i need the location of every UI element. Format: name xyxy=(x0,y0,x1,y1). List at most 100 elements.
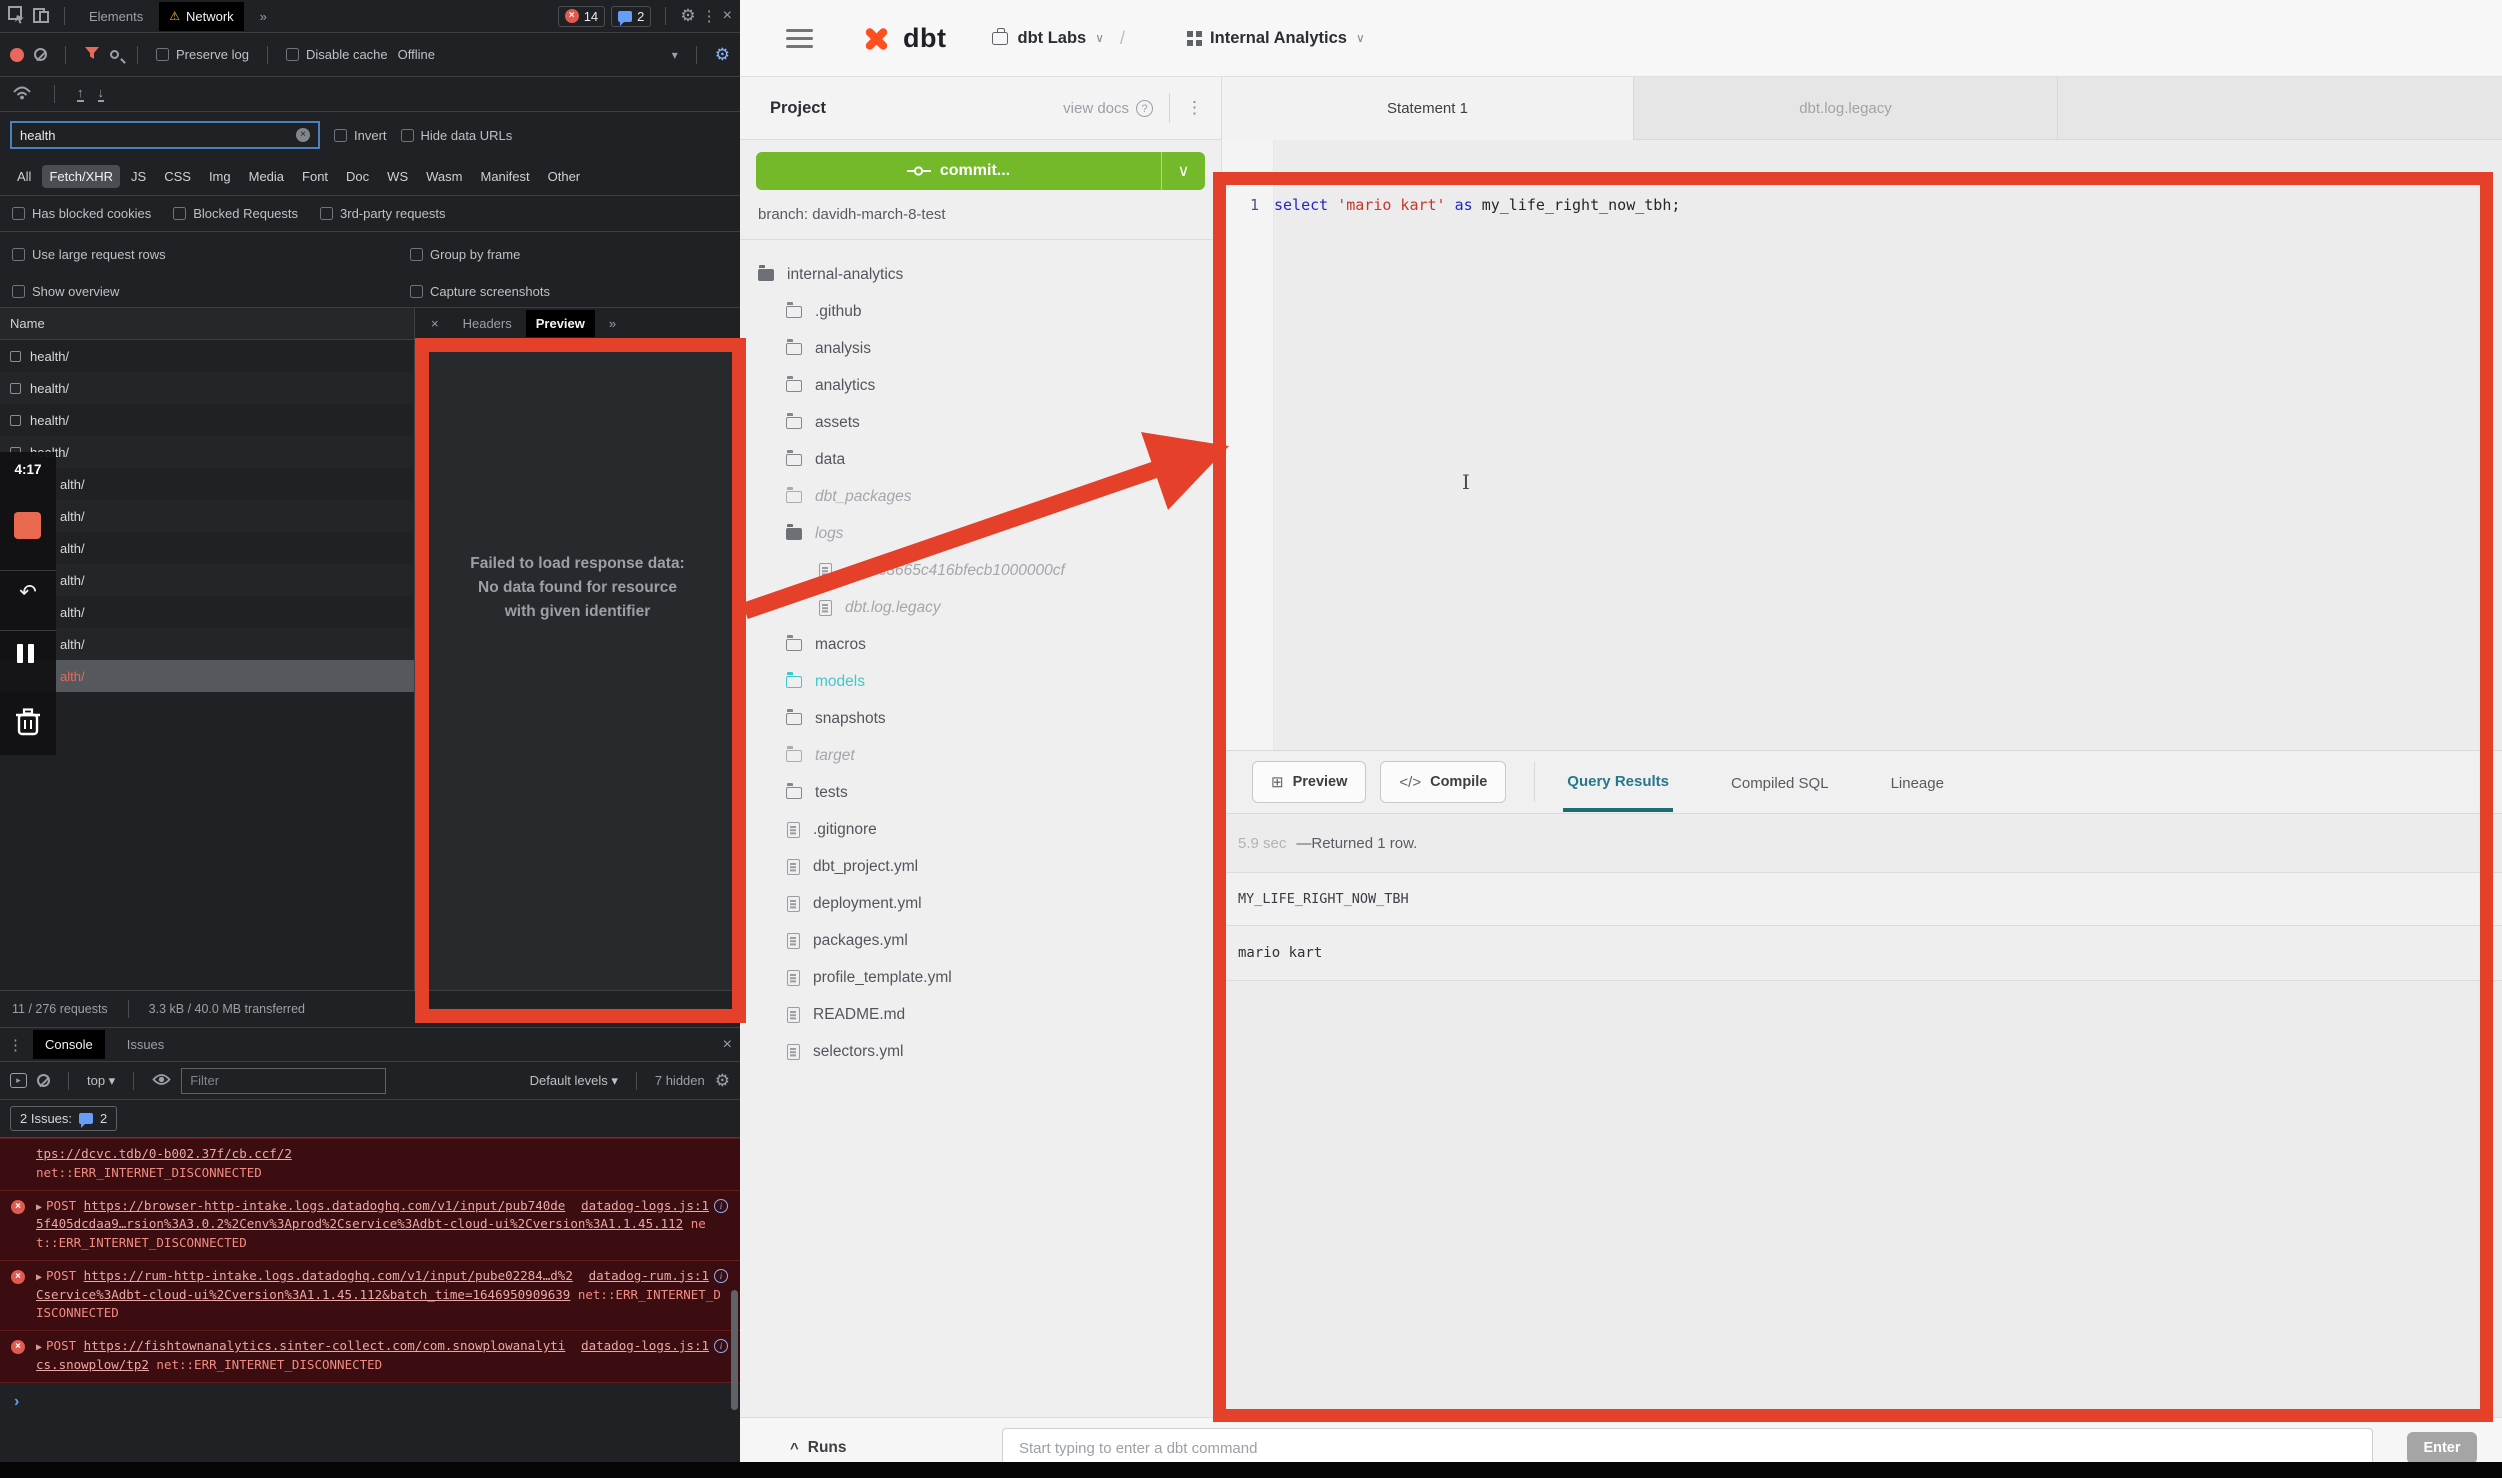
enter-button[interactable]: Enter xyxy=(2407,1432,2477,1464)
console-sidebar-icon[interactable]: ▸ xyxy=(10,1073,27,1088)
tree-folder-internal-analytics[interactable]: internal-analytics xyxy=(740,256,1221,293)
error-count-badge[interactable]: × 14 xyxy=(558,6,605,27)
import-har-icon[interactable]: ↑ xyxy=(77,86,84,102)
account-switcher[interactable]: dbt Labs ∨ xyxy=(992,29,1104,48)
search-network-icon[interactable] xyxy=(110,50,119,59)
request-row[interactable]: alth/ xyxy=(0,564,414,596)
commit-button[interactable]: commit... ∨ xyxy=(756,152,1205,190)
tab-network[interactable]: ⚠ Network xyxy=(159,2,243,31)
settings-gear-icon[interactable]: ⚙ xyxy=(680,6,695,26)
has-blocked-cookies-checkbox[interactable]: Has blocked cookies xyxy=(12,206,151,221)
console-error[interactable]: × datadog-rum.js:1i ▶POST https://rum-ht… xyxy=(0,1261,740,1331)
project-switcher[interactable]: Internal Analytics ∨ xyxy=(1187,29,1365,48)
tree-file-selectors-yml[interactable]: selectors.yml xyxy=(740,1033,1221,1070)
tree-folder-logs[interactable]: logs xyxy=(740,515,1221,552)
filter-pill-wasm[interactable]: Wasm xyxy=(419,165,469,188)
filter-pill-doc[interactable]: Doc xyxy=(339,165,376,188)
request-row[interactable]: health/ xyxy=(0,404,414,436)
export-har-icon[interactable]: ↓ xyxy=(98,86,105,102)
request-row[interactable]: health/ xyxy=(0,372,414,404)
runs-toggle[interactable]: ^ Runs xyxy=(790,1439,847,1457)
tree-folder-snapshots[interactable]: snapshots xyxy=(740,700,1221,737)
preserve-log-checkbox[interactable]: Preserve log xyxy=(156,47,249,62)
console-error-partial[interactable]: tps://dcvc.tdb/0-b002.37f/cb.ccf/2 net::… xyxy=(0,1138,740,1191)
eye-icon[interactable] xyxy=(152,1073,171,1089)
filter-pill-ws[interactable]: WS xyxy=(380,165,415,188)
request-row[interactable]: health/ xyxy=(0,436,414,468)
record-network-icon[interactable] xyxy=(10,48,24,62)
filter-pill-manifest[interactable]: Manifest xyxy=(473,165,536,188)
tab-issues[interactable]: Issues xyxy=(115,1030,177,1059)
close-drawer-icon[interactable]: × xyxy=(723,1036,732,1054)
disable-cache-checkbox[interactable]: Disable cache xyxy=(286,47,388,62)
filter-pill-js[interactable]: JS xyxy=(124,165,153,188)
tree-folder-macros[interactable]: macros xyxy=(740,626,1221,663)
device-toolbar-icon[interactable] xyxy=(32,6,50,27)
clear-network-icon[interactable] xyxy=(34,48,47,61)
hamburger-menu-icon[interactable] xyxy=(786,37,813,40)
request-row[interactable]: alth/ xyxy=(0,532,414,564)
issues-summary[interactable]: 2 Issues: 2 xyxy=(10,1106,117,1131)
hidden-messages-count[interactable]: 7 hidden xyxy=(655,1073,705,1088)
tree-file-deployment-yml[interactable]: deployment.yml xyxy=(740,885,1221,922)
pause-icon[interactable] xyxy=(17,644,23,663)
console-context-select[interactable]: top ▾ xyxy=(87,1073,115,1089)
stop-recording-button[interactable] xyxy=(14,512,41,539)
dbt-logo[interactable]: dbt xyxy=(857,19,946,57)
tree-folder-github[interactable]: .github xyxy=(740,293,1221,330)
console-prompt[interactable]: › xyxy=(0,1383,740,1421)
filter-pill-all[interactable]: All xyxy=(10,165,38,188)
console-error[interactable]: × datadog-logs.js:1i ▶POST https://fisht… xyxy=(0,1331,740,1383)
request-row[interactable]: health/ xyxy=(0,340,414,372)
filter-pill-media[interactable]: Media xyxy=(242,165,291,188)
trash-icon[interactable] xyxy=(15,707,41,742)
error-source-link[interactable]: datadog-rum.js:1 xyxy=(589,1267,709,1286)
close-detail-icon[interactable]: × xyxy=(421,310,449,337)
error-url-link[interactable]: https://rum-http-intake.logs.datadoghq.c… xyxy=(36,1268,573,1302)
console-settings-gear-icon[interactable]: ⚙ xyxy=(715,1071,730,1091)
tree-folder-dbt-packages[interactable]: dbt_packages xyxy=(740,478,1221,515)
tree-file-nfs-log[interactable]: .nfs0c3665c416bfecb1000000cf xyxy=(740,552,1221,589)
invert-checkbox[interactable]: Invert xyxy=(334,128,387,143)
tree-folder-target[interactable]: target xyxy=(740,737,1221,774)
filter-pill-fetchxhr[interactable]: Fetch/XHR xyxy=(42,165,120,188)
tree-file-dbt-log-legacy[interactable]: dbt.log.legacy xyxy=(740,589,1221,626)
info-icon[interactable]: i xyxy=(714,1199,728,1213)
show-overview-checkbox[interactable]: Show overview xyxy=(12,284,410,299)
throttling-chevron-icon[interactable]: ▾ xyxy=(672,48,678,62)
capture-screenshots-checkbox[interactable]: Capture screenshots xyxy=(410,284,550,299)
tree-file-gitignore[interactable]: .gitignore xyxy=(740,811,1221,848)
filter-pill-font[interactable]: Font xyxy=(295,165,335,188)
log-levels-select[interactable]: Default levels ▾ xyxy=(530,1073,618,1089)
third-party-requests-checkbox[interactable]: 3rd-party requests xyxy=(320,206,446,221)
console-error[interactable]: × datadog-logs.js:1i ▶POST https://brows… xyxy=(0,1191,740,1261)
info-icon[interactable]: i xyxy=(714,1339,728,1353)
tree-file-profile-template-yml[interactable]: profile_template.yml xyxy=(740,959,1221,996)
more-tabs-chevron[interactable]: » xyxy=(250,2,277,31)
devtools-menu-icon[interactable]: ⋮ xyxy=(702,7,717,25)
throttling-select[interactable]: Offline xyxy=(398,47,435,62)
group-by-frame-checkbox[interactable]: Group by frame xyxy=(410,247,520,262)
expand-triangle-icon[interactable]: ▶ xyxy=(36,1342,42,1353)
tree-file-dbt-project-yml[interactable]: dbt_project.yml xyxy=(740,848,1221,885)
expand-triangle-icon[interactable]: ▶ xyxy=(36,1272,42,1283)
tree-folder-analysis[interactable]: analysis xyxy=(740,330,1221,367)
filter-pill-img[interactable]: Img xyxy=(202,165,238,188)
tree-folder-assets[interactable]: assets xyxy=(740,404,1221,441)
tab-console[interactable]: Console xyxy=(33,1030,105,1059)
tab-elements[interactable]: Elements xyxy=(79,2,153,31)
network-conditions-icon[interactable] xyxy=(12,85,32,103)
tree-file-packages-yml[interactable]: packages.yml xyxy=(740,922,1221,959)
tab-dbt-log-legacy[interactable]: dbt.log.legacy xyxy=(1634,77,2058,139)
tab-statement-1[interactable]: Statement 1 xyxy=(1222,77,1634,140)
inspect-element-icon[interactable] xyxy=(8,6,26,27)
filter-funnel-icon[interactable] xyxy=(84,46,100,63)
tree-folder-models[interactable]: models xyxy=(740,663,1221,700)
request-row[interactable]: alth/ xyxy=(0,500,414,532)
expand-triangle-icon[interactable]: ▶ xyxy=(36,1202,42,1213)
network-filter-input[interactable]: health × xyxy=(10,121,320,149)
request-table-name-header[interactable]: Name xyxy=(0,308,414,340)
blocked-requests-checkbox[interactable]: Blocked Requests xyxy=(173,206,298,221)
error-source-link[interactable]: datadog-logs.js:1 xyxy=(581,1197,709,1216)
drawer-menu-icon[interactable]: ⋮ xyxy=(8,1036,23,1054)
